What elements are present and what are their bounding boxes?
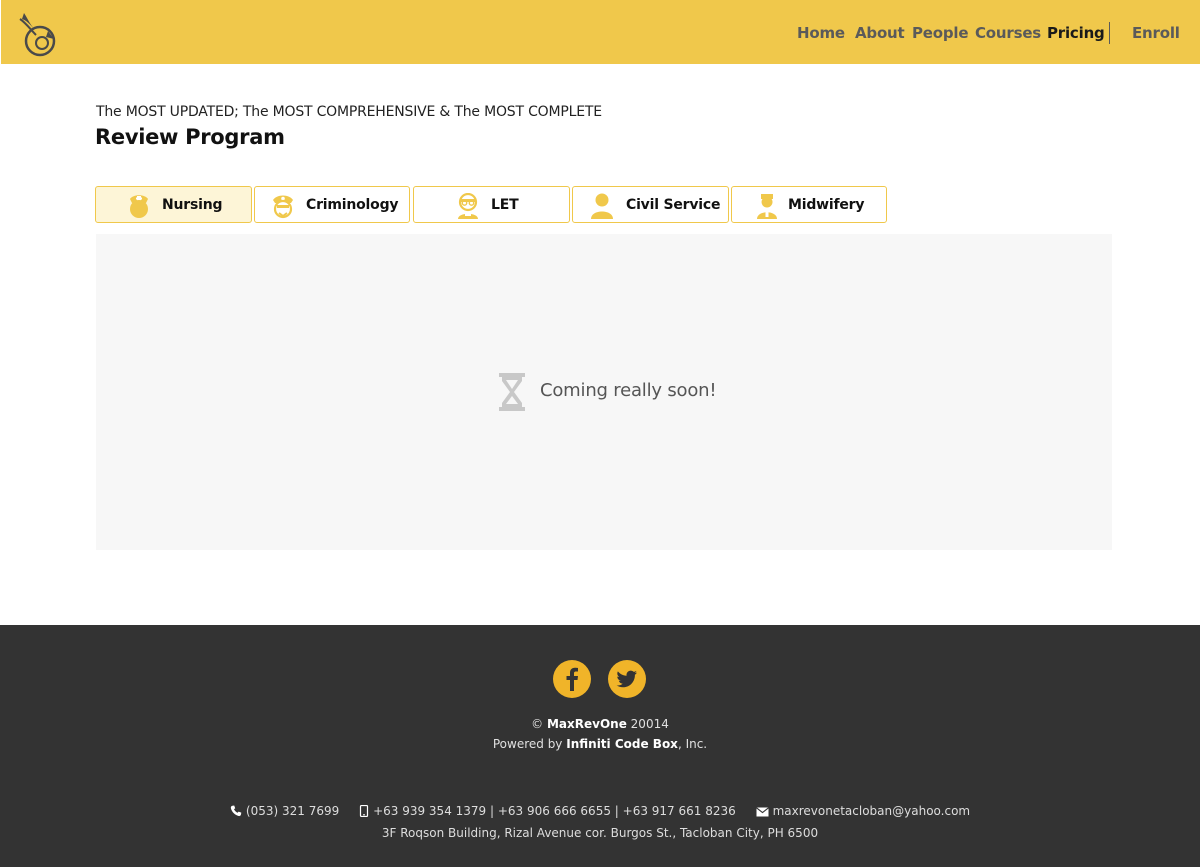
tab-nursing-label: Nursing <box>162 197 223 213</box>
phone-contact: (053) 321 7699 <box>230 804 339 818</box>
nav-about[interactable]: About <box>855 24 905 42</box>
nav-home[interactable]: Home <box>797 24 845 42</box>
mobile-numbers: +63 939 354 1379 | +63 906 666 6655 | +6… <box>373 804 736 818</box>
tab-let[interactable]: LET <box>413 186 570 223</box>
tab-nursing[interactable]: Nursing <box>95 186 252 223</box>
tab-midwifery[interactable]: Midwifery <box>731 186 887 223</box>
copyright-line: © MaxRevOne 20014 <box>0 717 1200 731</box>
bird-emblem-logo[interactable] <box>18 9 60 57</box>
nav-courses[interactable]: Courses <box>975 24 1041 42</box>
copyright-year: 20014 <box>630 717 669 731</box>
tab-let-label: LET <box>491 197 519 213</box>
coming-soon-message: Coming really soon! <box>540 380 717 401</box>
contact-line: (053) 321 7699 +63 939 354 1379 | +63 90… <box>0 804 1200 818</box>
page-title: Review Program <box>95 125 285 149</box>
hourglass-icon <box>499 373 525 411</box>
powered-by-line: Powered by Infiniti Code Box, Inc. <box>0 737 1200 751</box>
tab-criminology-label: Criminology <box>306 197 399 213</box>
police-officer-icon <box>273 195 293 219</box>
email-address[interactable]: maxrevonetacloban@yahoo.com <box>773 804 971 818</box>
tab-criminology[interactable]: Criminology <box>254 186 410 223</box>
brand-name: MaxRevOne <box>546 717 627 731</box>
mobile-phone-icon <box>359 804 369 818</box>
nurse-cap-icon <box>130 195 148 218</box>
email-contact: maxrevonetacloban@yahoo.com <box>755 804 971 818</box>
copyright-symbol: © <box>531 717 544 731</box>
midwife-icon <box>757 194 777 219</box>
address: 3F Roqson Building, Rizal Avenue cor. Bu… <box>381 826 819 840</box>
facebook-icon[interactable] <box>553 660 591 698</box>
tagline: The MOST UPDATED; The MOST COMPREHENSIVE… <box>96 104 602 120</box>
nav-people[interactable]: People <box>912 24 969 42</box>
tab-civil-service[interactable]: Civil Service <box>572 186 729 223</box>
nav-enroll[interactable]: Enroll <box>1132 24 1180 42</box>
phone-icon <box>230 805 242 817</box>
powered-suffix: , Inc. <box>677 737 708 751</box>
nav-pricing[interactable]: Pricing <box>1047 24 1105 42</box>
teacher-icon <box>458 193 478 219</box>
phone-number: (053) 321 7699 <box>245 804 340 818</box>
twitter-icon[interactable] <box>608 660 646 698</box>
envelope-icon <box>755 807 769 817</box>
powered-company-link[interactable]: Infiniti Code Box <box>566 737 678 751</box>
mobile-contact: +63 939 354 1379 | +63 906 666 6655 | +6… <box>359 804 736 818</box>
person-icon <box>591 193 613 219</box>
powered-prefix: Powered by <box>492 737 563 751</box>
tab-midwifery-label: Midwifery <box>788 197 865 213</box>
site-header: Home About People Courses Pricing Enroll <box>1 0 1200 64</box>
nav-divider <box>1109 22 1110 44</box>
tab-civil-service-label: Civil Service <box>626 197 721 213</box>
